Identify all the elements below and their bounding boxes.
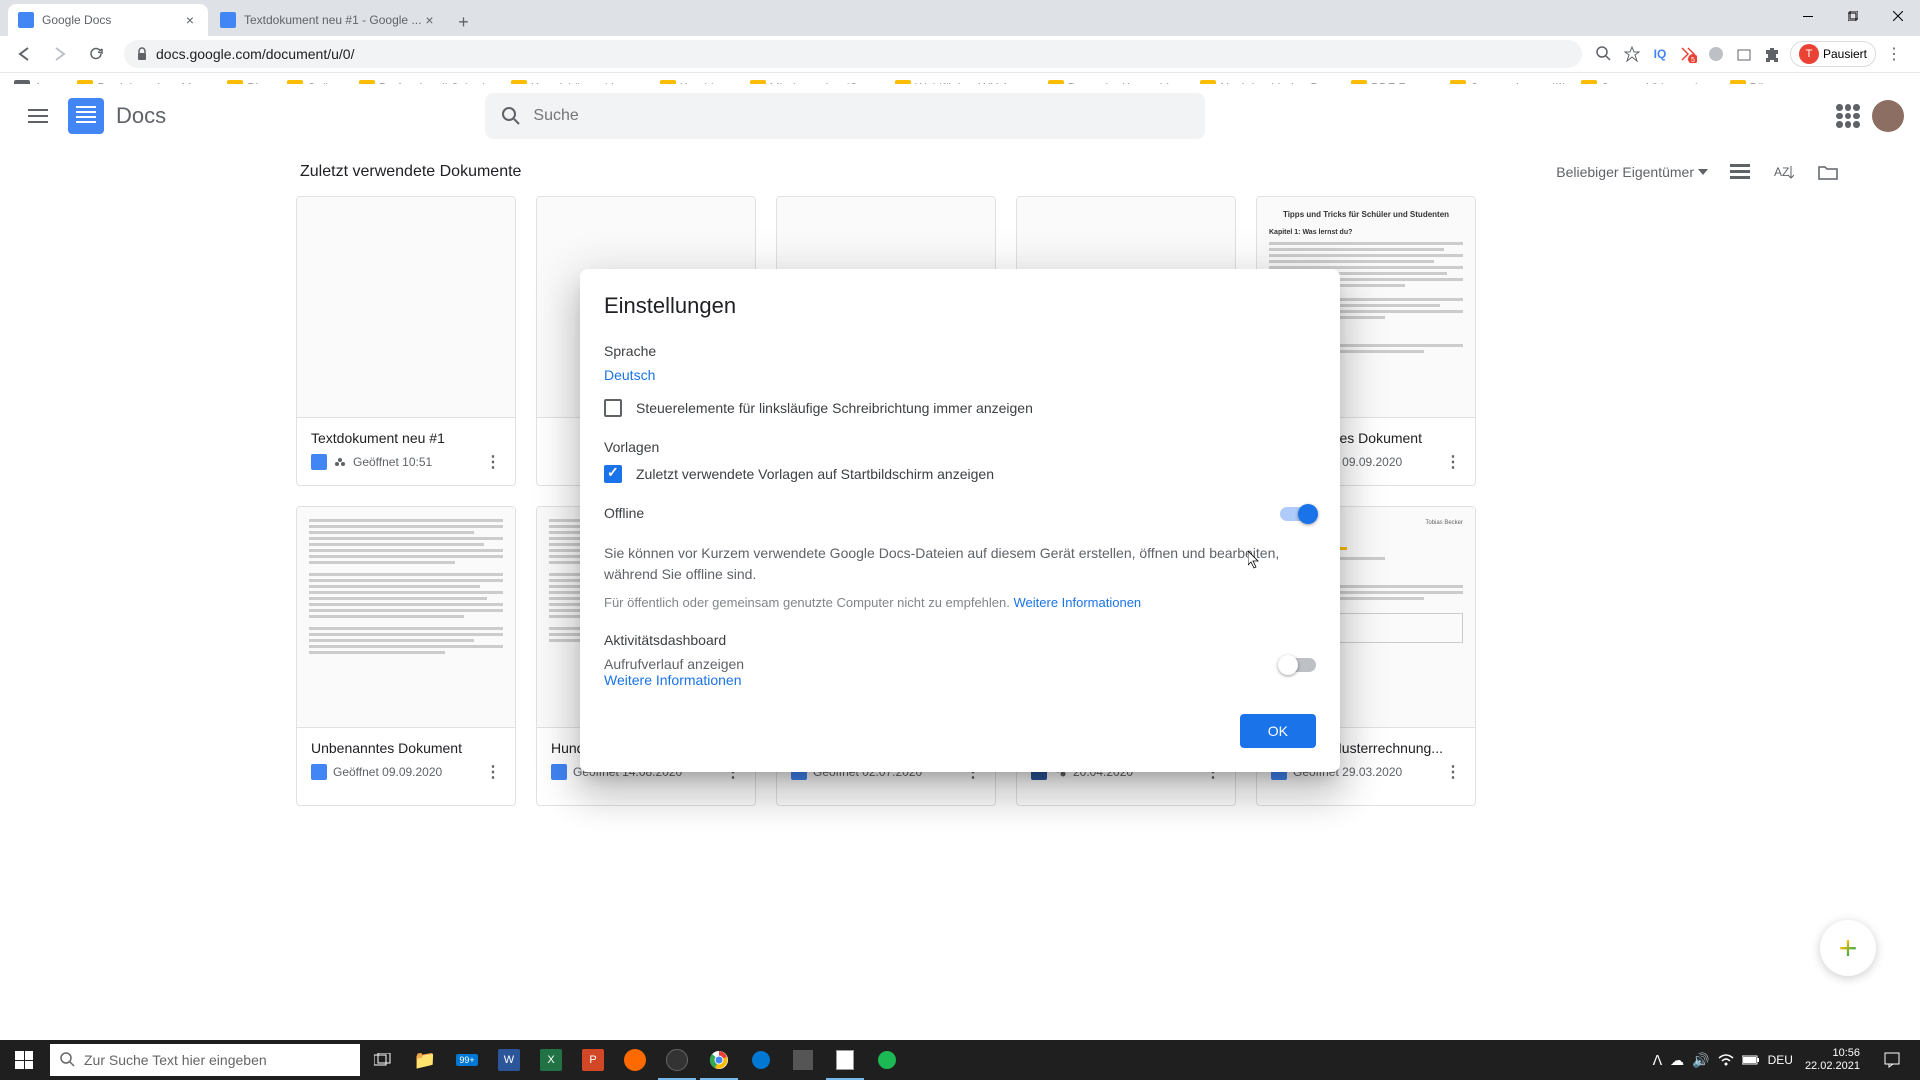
templates-checkbox[interactable] — [604, 465, 622, 483]
more-info-link[interactable]: Weitere Informationen — [1014, 595, 1142, 610]
dashboard-label: Aktivitätsdashboard — [604, 632, 1316, 648]
dashboard-description: Aufrufverlauf anzeigen — [604, 656, 744, 672]
language-label: Sprache — [604, 343, 1316, 359]
language-section: Sprache Deutsch Steuerelemente für links… — [604, 343, 1316, 417]
offline-description: Sie können vor Kurzem verwendete Google … — [604, 543, 1316, 585]
templates-checkbox-label: Zuletzt verwendete Vorlagen auf Startbil… — [636, 466, 994, 482]
dashboard-toggle[interactable] — [1280, 658, 1316, 672]
settings-modal: Einstellungen Sprache Deutsch Steuerelem… — [580, 269, 1340, 772]
modal-title: Einstellungen — [604, 293, 1316, 319]
rtl-checkbox-label: Steuerelemente für linksläufige Schreibr… — [636, 400, 1033, 416]
offline-warning: Für öffentlich oder gemeinsam genutzte C… — [604, 595, 1316, 610]
templates-checkbox-row[interactable]: Zuletzt verwendete Vorlagen auf Startbil… — [604, 465, 1316, 483]
more-info-link[interactable]: Weitere Informationen — [604, 672, 741, 688]
rtl-checkbox-row[interactable]: Steuerelemente für linksläufige Schreibr… — [604, 399, 1316, 417]
templates-label: Vorlagen — [604, 439, 1316, 455]
offline-label: Offline — [604, 505, 644, 521]
templates-section: Vorlagen Zuletzt verwendete Vorlagen auf… — [604, 439, 1316, 483]
ok-button[interactable]: OK — [1240, 714, 1316, 748]
language-link[interactable]: Deutsch — [604, 367, 655, 383]
offline-toggle[interactable] — [1280, 507, 1316, 521]
dashboard-section: Aktivitätsdashboard Aufrufverlauf anzeig… — [604, 632, 1316, 690]
rtl-checkbox[interactable] — [604, 399, 622, 417]
settings-modal-overlay: Einstellungen Sprache Deutsch Steuerelem… — [0, 0, 1920, 1080]
offline-section: Offline Sie können vor Kurzem verwendete… — [604, 505, 1316, 610]
